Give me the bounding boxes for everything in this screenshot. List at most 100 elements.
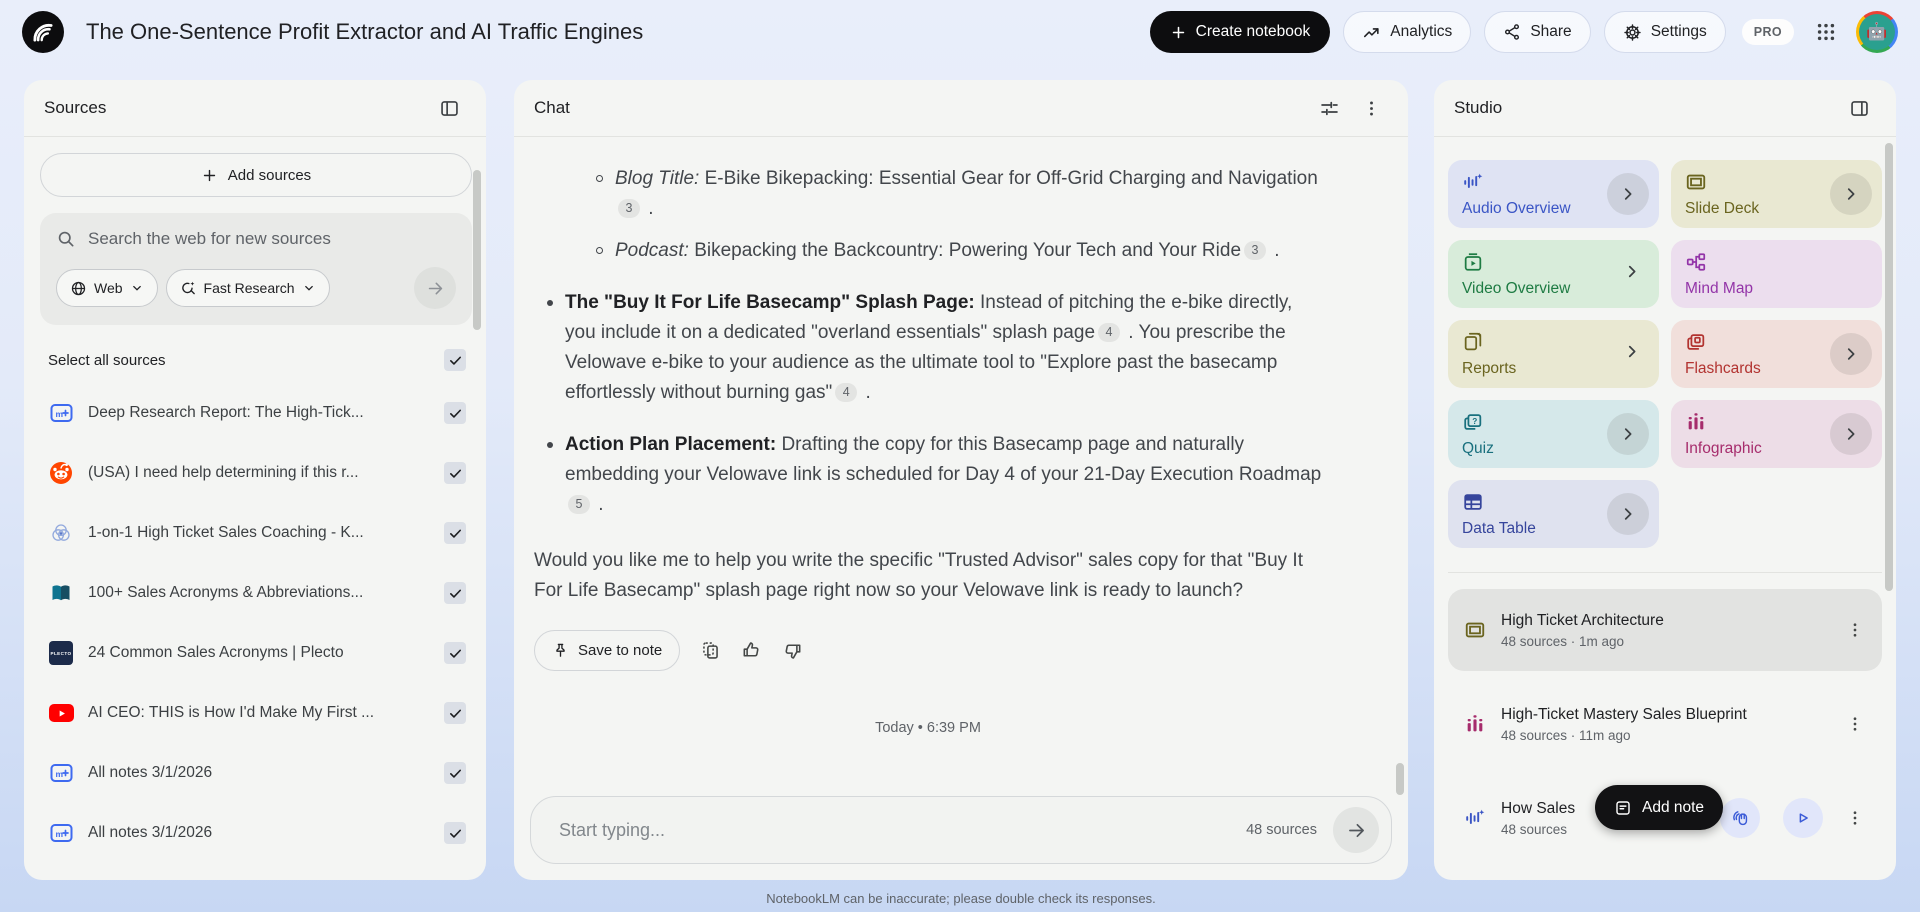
search-submit-button[interactable] [414,267,456,309]
source-checkbox[interactable] [444,762,466,784]
studio-tile-video-overview[interactable]: Video Overview [1448,240,1659,308]
svg-text:m: m [55,829,63,839]
studio-tile-reports[interactable]: Reports [1448,320,1659,388]
citation-chip[interactable]: 4 [835,383,858,402]
apps-grid-icon[interactable] [1809,15,1843,49]
tile-label: Slide Deck [1685,200,1760,217]
search-icon [56,229,76,249]
search-input[interactable]: Search the web for new sources [56,229,456,249]
source-row[interactable]: AI CEO: THIS is How I'd Make My First ..… [40,683,472,743]
source-row[interactable]: m All notes 3/1/2026 [40,803,472,863]
studio-tile-data-table[interactable]: Data Table [1448,480,1659,548]
source-checkbox[interactable] [444,702,466,724]
studio-tile-infographic[interactable]: Infographic [1671,400,1882,468]
source-checkbox[interactable] [444,402,466,424]
source-row[interactable]: m All notes 3/1/2026 [40,743,472,803]
citation-chip[interactable]: 5 [568,495,590,514]
chat-message-area[interactable]: Blog Title: E-Bike Bikepacking: Essentia… [514,138,1408,750]
citation-chip[interactable]: 3 [618,199,640,218]
studio-tile-flashcards[interactable]: Flashcards [1671,320,1882,388]
select-all-checkbox[interactable] [444,349,466,371]
send-button[interactable] [1333,807,1379,853]
artifact-more-menu-icon[interactable] [1838,707,1872,741]
add-note-button[interactable]: Add note [1595,785,1724,830]
thumbs-down-icon[interactable] [782,640,803,661]
plus-icon [201,167,218,184]
artifact-meta: 48 sources · 11m ago [1501,727,1631,743]
artifact-meta: 48 sources · 1m ago [1501,633,1625,649]
studio-tile-quiz[interactable]: ? Quiz [1448,400,1659,468]
share-icon [1503,23,1521,41]
notebooklm-logo-icon[interactable] [22,11,64,53]
source-title: AI CEO: THIS is How I'd Make My First ..… [88,704,375,721]
play-button[interactable] [1783,798,1823,838]
source-checkbox[interactable] [444,822,466,844]
tile-label: Infographic [1685,440,1762,457]
source-checkbox[interactable] [444,522,466,544]
studio-tiles: Audio Overview Slide Deck Video Overview Mi… [1448,160,1882,548]
chevron-right-icon[interactable] [1830,333,1872,375]
chevron-right-icon[interactable] [1607,173,1649,215]
data-table-icon [1462,491,1484,513]
source-list: m Deep Research Report: The High-Tick... (… [40,383,472,863]
source-title: (USA) I need help determining if this r.… [88,464,359,481]
save-to-note-button[interactable]: Save to note [534,630,681,671]
chat-scrollbar[interactable] [1396,763,1404,795]
studio-artifact-row[interactable]: How closely should my use of High... [1448,871,1882,880]
settings-button[interactable]: Settings [1603,11,1726,53]
source-checkbox[interactable] [444,642,466,664]
studio-tile-mind-map[interactable]: Mind Map [1671,240,1882,308]
studio-scrollbar[interactable] [1885,143,1893,591]
source-row[interactable]: m Deep Research Report: The High-Tick... [40,383,472,443]
chat-input[interactable]: Start typing... 48 sources [530,796,1392,864]
chevron-right-icon[interactable] [1607,493,1649,535]
venn-icon [49,521,73,545]
sources-panel: Sources Add sources Search the web for n… [24,80,486,880]
chat-more-menu-icon[interactable] [1354,91,1388,125]
copy-icon[interactable] [700,640,721,661]
source-row[interactable]: PLECTO 24 Common Sales Acronyms | Plecto [40,623,472,683]
chevron-right-icon[interactable] [1607,413,1649,455]
source-row[interactable]: 1-on-1 High Ticket Sales Coaching - K... [40,503,472,563]
web-filter-dropdown[interactable]: Web [56,269,158,307]
add-sources-button[interactable]: Add sources [40,153,472,197]
studio-artifact-row[interactable]: High-Ticket Mastery Sales Blueprint 48 so… [1448,683,1882,765]
chevron-right-icon[interactable] [1830,173,1872,215]
citation-chip[interactable]: 3 [1244,241,1267,260]
studio-tile-audio-overview[interactable]: Audio Overview [1448,160,1659,228]
chevron-right-icon[interactable] [1623,343,1641,366]
chevron-right-icon[interactable] [1830,413,1872,455]
avatar[interactable]: 🤖 [1856,11,1898,53]
source-checkbox[interactable] [444,582,466,604]
slide-deck-icon [1464,619,1486,641]
source-title: All notes 3/1/2026 [88,764,213,781]
note-add-icon [1614,799,1632,817]
create-notebook-button[interactable]: Create notebook [1149,11,1331,53]
studio-tile-slide-deck[interactable]: Slide Deck [1671,160,1882,228]
collapse-studio-panel-icon[interactable] [1842,91,1876,125]
research-mode-dropdown[interactable]: Fast Research [165,269,330,307]
notebook-title[interactable]: The One-Sentence Profit Extractor and AI… [86,19,643,45]
plecto-icon: PLECTO [49,641,73,665]
source-checkbox[interactable] [444,462,466,484]
artifact-more-menu-icon[interactable] [1838,613,1872,647]
citation-chip[interactable]: 4 [1098,323,1121,342]
share-button[interactable]: Share [1484,11,1591,53]
chat-settings-icon[interactable] [1312,91,1346,125]
sources-scrollbar[interactable] [473,170,481,330]
source-row[interactable]: 100+ Sales Acronyms & Abbreviations... [40,563,472,623]
studio-panel: Studio Audio Overview Slide Deck Video Ove… [1434,80,1896,880]
analytics-button[interactable]: Analytics [1343,11,1472,53]
interactive-mode-button[interactable] [1720,798,1760,838]
source-row[interactable]: (USA) I need help determining if this r.… [40,443,472,503]
pin-icon [552,642,569,659]
studio-artifact-row[interactable]: High Ticket Architecture 48 sources · 1m … [1448,589,1882,671]
chat-list-item: Action Plan Placement: Drafting the copy… [534,430,1322,520]
chevron-right-icon[interactable] [1623,263,1641,286]
svg-text:?: ? [1472,417,1477,426]
thumbs-up-icon[interactable] [741,640,762,661]
artifact-title: High-Ticket Mastery Sales Blueprint [1501,705,1747,723]
collapse-sources-panel-icon[interactable] [432,91,466,125]
artifact-more-menu-icon[interactable] [1838,801,1872,835]
chat-list-item: Blog Title: E-Bike Bikepacking: Essentia… [534,164,1322,224]
